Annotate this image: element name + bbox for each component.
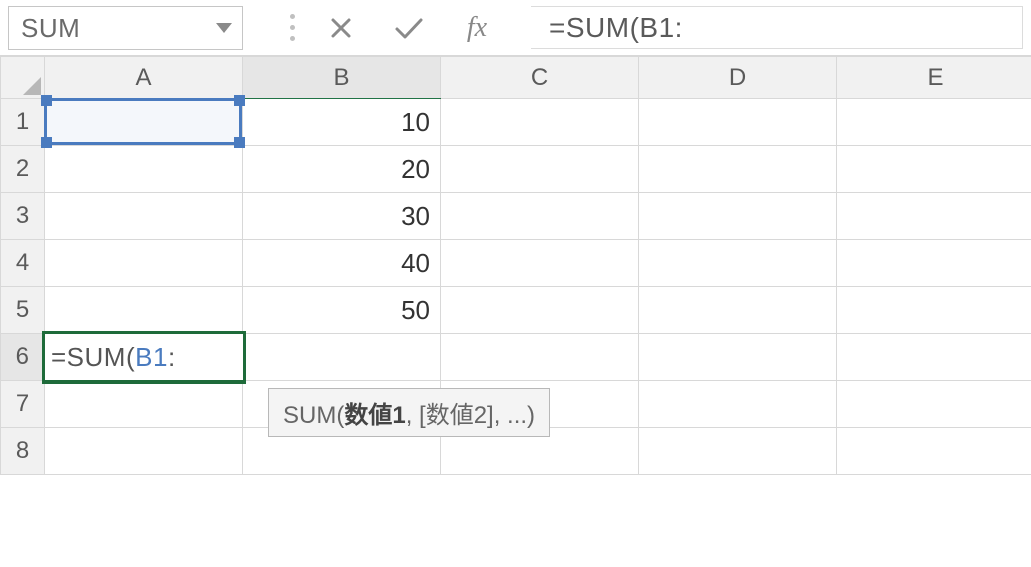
chevron-down-icon[interactable] [216, 23, 232, 33]
cell-A5[interactable] [45, 287, 243, 334]
col-header-A[interactable]: A [45, 57, 243, 99]
row-header-4[interactable]: 4 [1, 240, 45, 287]
cell-E7[interactable] [837, 381, 1031, 428]
cancel-button[interactable] [307, 6, 375, 49]
cell-E4[interactable] [837, 240, 1031, 287]
cell-E3[interactable] [837, 193, 1031, 240]
enter-button[interactable] [375, 6, 443, 49]
row-header-7[interactable]: 7 [1, 381, 45, 428]
cell-B2[interactable]: 20 [243, 146, 441, 193]
row-header-5[interactable]: 5 [1, 287, 45, 334]
cell-E8[interactable] [837, 428, 1031, 475]
cell-A1[interactable] [45, 99, 243, 146]
row-header-3[interactable]: 3 [1, 193, 45, 240]
cell-C7[interactable] [441, 381, 639, 428]
formula-text-prefix: =SUM( [549, 12, 639, 44]
cell-B3[interactable]: 30 [243, 193, 441, 240]
column-header-row: A B C D E [1, 57, 1031, 99]
formula-text-ref: B1 [639, 12, 674, 44]
col-header-E[interactable]: E [837, 57, 1031, 99]
cell-E6[interactable] [837, 334, 1031, 381]
name-box-value: SUM [21, 13, 80, 44]
row-8: 8 [1, 428, 1031, 475]
row-7: 7 [1, 381, 1031, 428]
cell-B7[interactable] [243, 381, 441, 428]
cell-B8[interactable] [243, 428, 441, 475]
col-header-D[interactable]: D [639, 57, 837, 99]
formula-bar: SUM fx =SUM(B1: [0, 0, 1031, 56]
cell-C8[interactable] [441, 428, 639, 475]
cell-A2[interactable] [45, 146, 243, 193]
row-6: 6 合計 [1, 334, 1031, 381]
cell-C2[interactable] [441, 146, 639, 193]
spreadsheet-grid: A B C D E 1 10 2 20 [0, 56, 1031, 475]
cell-E1[interactable] [837, 99, 1031, 146]
formula-input[interactable]: =SUM(B1: [531, 6, 1023, 49]
row-2: 2 20 [1, 146, 1031, 193]
row-3: 3 30 [1, 193, 1031, 240]
spacer [243, 6, 277, 49]
cell-A7[interactable] [45, 381, 243, 428]
row-1: 1 10 [1, 99, 1031, 146]
vertical-dots-icon [277, 6, 307, 49]
insert-function-button[interactable]: fx [443, 6, 511, 49]
cell-A6[interactable]: 合計 [45, 334, 243, 381]
select-all-corner[interactable] [1, 57, 45, 99]
cell-A3[interactable] [45, 193, 243, 240]
row-header-2[interactable]: 2 [1, 146, 45, 193]
cell-A4[interactable] [45, 240, 243, 287]
row-4: 4 40 [1, 240, 1031, 287]
row-header-6[interactable]: 6 [1, 334, 45, 381]
cell-B1[interactable]: 10 [243, 99, 441, 146]
fx-icon: fx [467, 12, 487, 44]
cell-D4[interactable] [639, 240, 837, 287]
cell-C5[interactable] [441, 287, 639, 334]
name-box[interactable]: SUM [8, 6, 243, 50]
col-header-B[interactable]: B [243, 57, 441, 99]
cell-D1[interactable] [639, 99, 837, 146]
cell-C3[interactable] [441, 193, 639, 240]
cell-C1[interactable] [441, 99, 639, 146]
row-header-8[interactable]: 8 [1, 428, 45, 475]
cell-D2[interactable] [639, 146, 837, 193]
cell-A8[interactable] [45, 428, 243, 475]
cell-E2[interactable] [837, 146, 1031, 193]
cell-B6[interactable] [243, 334, 441, 381]
row-header-1[interactable]: 1 [1, 99, 45, 146]
cell-D6[interactable] [639, 334, 837, 381]
cell-D8[interactable] [639, 428, 837, 475]
cell-B4[interactable]: 40 [243, 240, 441, 287]
cell-B5[interactable]: 50 [243, 287, 441, 334]
cell-D7[interactable] [639, 381, 837, 428]
formula-text-suffix: : [675, 12, 683, 44]
col-header-C[interactable]: C [441, 57, 639, 99]
cells-table: A B C D E 1 10 2 20 [0, 56, 1031, 475]
cell-C6[interactable] [441, 334, 639, 381]
cell-D5[interactable] [639, 287, 837, 334]
cell-E5[interactable] [837, 287, 1031, 334]
cell-D3[interactable] [639, 193, 837, 240]
cell-C4[interactable] [441, 240, 639, 287]
row-5: 5 50 [1, 287, 1031, 334]
